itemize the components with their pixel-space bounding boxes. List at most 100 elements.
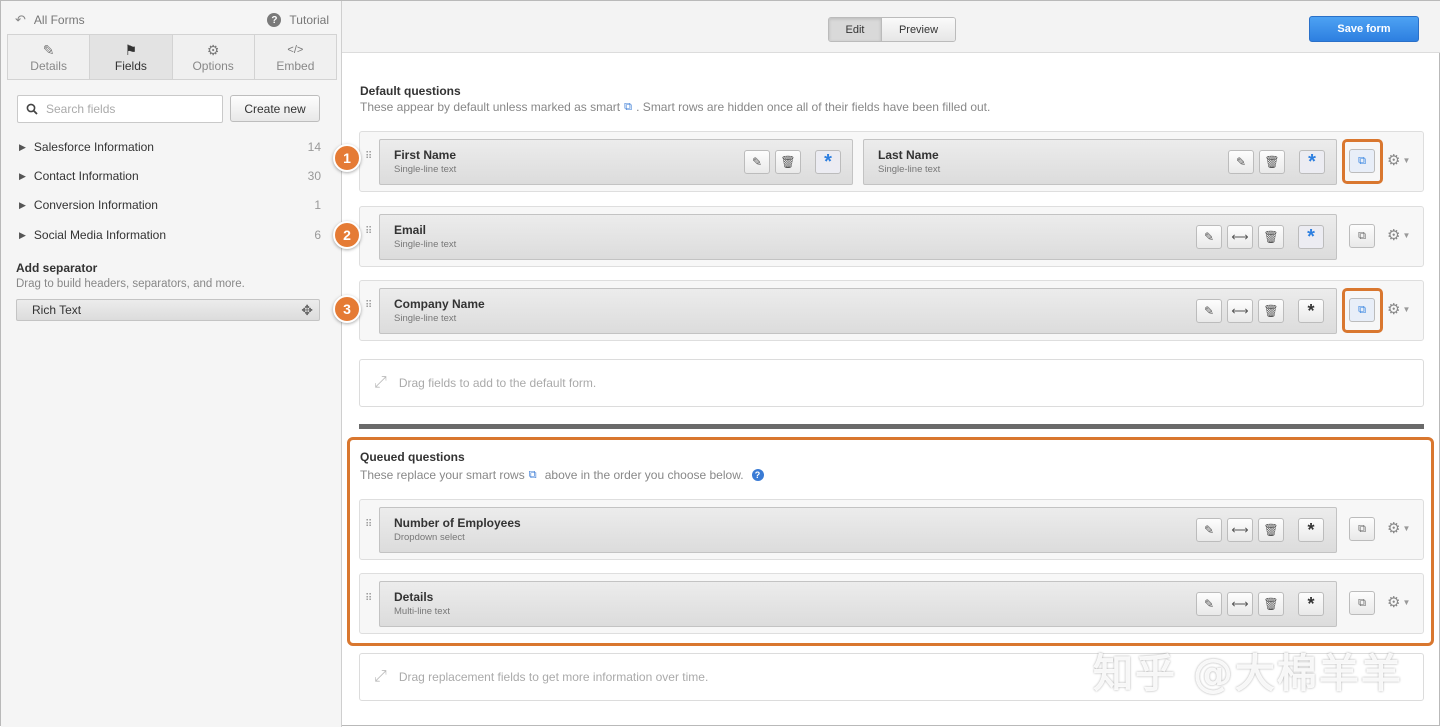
gear-icon: ⚙ <box>1387 594 1401 611</box>
caret-down-icon: ▼ <box>1402 304 1411 314</box>
field-company-name[interactable]: Company Name Single-line text ✎ ⟷ 🗑 * <box>379 288 1337 334</box>
queued-questions-description: These replace your smart rows ⧉ above in… <box>360 468 764 482</box>
edit-field-button[interactable]: ✎ <box>1196 225 1222 249</box>
edit-field-button[interactable]: ✎ <box>1196 299 1222 323</box>
top-toolbar: Edit Preview Save form <box>342 1 1440 53</box>
mode-switcher: Edit Preview <box>828 17 956 42</box>
default-questions-title: Default questions <box>360 84 461 98</box>
width-toggle-button[interactable]: ⟷ <box>1227 225 1253 249</box>
queued-row-2: ⠿ Details Multi-line text ✎ ⟷ 🗑 * ⧉ ⚙ ▼ <box>359 573 1424 634</box>
save-form-button[interactable]: Save form <box>1309 16 1419 42</box>
field-first-name[interactable]: First Name Single-line text ✎ 🗑 * <box>379 139 853 185</box>
horizontal-arrows-icon: ⟷ <box>1231 304 1249 318</box>
tab-options[interactable]: ⚙ Options <box>173 35 255 79</box>
row-settings-gear[interactable]: ⚙ ▼ <box>1387 151 1410 169</box>
category-label: Salesforce Information <box>33 140 154 154</box>
expand-arrow-icon: ▶ <box>19 141 26 152</box>
width-toggle-button[interactable]: ⟷ <box>1227 592 1253 616</box>
delete-field-button[interactable]: 🗑 <box>1258 518 1284 542</box>
trash-icon: 🗑 <box>1263 523 1279 537</box>
field-number-of-employees[interactable]: Number of Employees Dropdown select ✎ ⟷ … <box>379 507 1337 553</box>
add-separator-title: Add separator <box>16 261 98 275</box>
smart-row-toggle[interactable]: ⧉ <box>1349 224 1375 248</box>
help-icon[interactable]: ? <box>751 469 764 481</box>
field-type: Single-line text <box>394 164 457 175</box>
smart-row-toggle[interactable]: ⧉ <box>1349 591 1375 615</box>
help-icon: ? <box>267 13 282 27</box>
search-box <box>17 95 223 123</box>
required-toggle[interactable]: * <box>1299 150 1325 174</box>
category-conversion-information[interactable]: ▶ Conversion Information 1 <box>19 195 321 215</box>
drag-handle-icon[interactable]: ⠿ <box>365 594 373 610</box>
form-row-3: ⠿ Company Name Single-line text ✎ ⟷ 🗑 * … <box>359 280 1424 341</box>
tab-details[interactable]: ✎ Details <box>8 35 91 79</box>
default-questions-description: These appear by default unless marked as… <box>360 100 990 114</box>
sidebar-tabs: ✎ Details ⚑ Fields ⚙ Options </> Embed <box>7 34 337 80</box>
section-divider <box>359 424 1424 429</box>
tab-fields-label: Fields <box>114 59 147 73</box>
category-contact-information[interactable]: ▶ Contact Information 30 <box>19 166 321 186</box>
drag-handle-icon[interactable]: ⠿ <box>365 152 373 168</box>
required-toggle[interactable]: * <box>815 150 841 174</box>
drag-handle-icon[interactable]: ⠿ <box>365 227 373 243</box>
edit-mode-button[interactable]: Edit <box>829 18 881 41</box>
description-text: These replace your smart rows <box>360 468 525 482</box>
smart-toggle-highlight <box>1342 139 1383 184</box>
gear-icon: ⚙ <box>1387 227 1401 244</box>
field-type: Single-line text <box>394 239 457 250</box>
move-icon: ✥ <box>301 301 313 318</box>
add-separator-description: Drag to build headers, separators, and m… <box>16 278 245 290</box>
back-to-all-forms-link[interactable]: ↶ All Forms <box>15 12 85 28</box>
drag-handle-icon[interactable]: ⠿ <box>365 301 373 317</box>
field-last-name[interactable]: Last Name Single-line text ✎ 🗑 * <box>863 139 1337 185</box>
field-email[interactable]: Email Single-line text ✎ ⟷ 🗑 * <box>379 214 1337 260</box>
sidebar-header: ↶ All Forms ? Tutorial <box>7 6 337 34</box>
pencil-icon: ✎ <box>1203 230 1215 244</box>
pencil-icon: ✎ <box>751 155 763 169</box>
required-toggle[interactable]: * <box>1298 518 1324 542</box>
pencil-icon: ✎ <box>1203 523 1215 537</box>
rich-text-draggable[interactable]: Rich Text ✥ <box>16 299 320 321</box>
category-label: Conversion Information <box>33 198 158 212</box>
field-name: Number of Employees <box>394 516 521 530</box>
default-dropzone[interactable]: ⤢ Drag fields to add to the default form… <box>359 359 1424 407</box>
width-toggle-button[interactable]: ⟷ <box>1227 518 1253 542</box>
edit-field-button[interactable]: ✎ <box>1196 592 1222 616</box>
category-social-media-information[interactable]: ▶ Social Media Information 6 <box>19 225 321 245</box>
row-settings-gear[interactable]: ⚙ ▼ <box>1387 226 1410 244</box>
required-toggle[interactable]: * <box>1298 225 1324 249</box>
expand-arrow-icon: ▶ <box>19 170 26 181</box>
horizontal-arrows-icon: ⟷ <box>1231 597 1249 611</box>
flag-icon: ⚑ <box>124 42 138 58</box>
expand-arrow-icon: ▶ <box>19 199 26 210</box>
required-toggle[interactable]: * <box>1298 299 1324 323</box>
tab-embed[interactable]: </> Embed <box>255 35 336 79</box>
delete-field-button[interactable]: 🗑 <box>1258 299 1284 323</box>
required-toggle[interactable]: * <box>1298 592 1324 616</box>
create-new-button[interactable]: Create new <box>230 95 320 122</box>
edit-field-button[interactable]: ✎ <box>1228 150 1254 174</box>
tab-details-label: Details <box>30 59 67 73</box>
row-settings-gear[interactable]: ⚙ ▼ <box>1387 300 1410 318</box>
edit-field-button[interactable]: ✎ <box>744 150 770 174</box>
category-salesforce-information[interactable]: ▶ Salesforce Information 14 <box>19 137 321 157</box>
tab-fields[interactable]: ⚑ Fields <box>90 35 173 79</box>
width-toggle-button[interactable]: ⟷ <box>1227 299 1253 323</box>
tab-options-label: Options <box>192 59 234 73</box>
caret-down-icon: ▼ <box>1402 597 1411 607</box>
delete-field-button[interactable]: 🗑 <box>1259 150 1285 174</box>
delete-field-button[interactable]: 🗑 <box>1258 225 1284 249</box>
tutorial-link[interactable]: ? Tutorial <box>267 13 329 27</box>
edit-field-button[interactable]: ✎ <box>1196 518 1222 542</box>
preview-mode-button[interactable]: Preview <box>881 18 955 41</box>
queued-questions-title: Queued questions <box>360 450 465 464</box>
delete-field-button[interactable]: 🗑 <box>1258 592 1284 616</box>
row-settings-gear[interactable]: ⚙ ▼ <box>1387 519 1410 537</box>
search-fields-input[interactable] <box>46 102 206 116</box>
row-settings-gear[interactable]: ⚙ ▼ <box>1387 593 1410 611</box>
smart-row-toggle[interactable]: ⧉ <box>1349 517 1375 541</box>
queued-row-1: ⠿ Number of Employees Dropdown select ✎ … <box>359 499 1424 560</box>
field-details[interactable]: Details Multi-line text ✎ ⟷ 🗑 * <box>379 581 1337 627</box>
drag-handle-icon[interactable]: ⠿ <box>365 520 373 536</box>
delete-field-button[interactable]: 🗑 <box>775 150 801 174</box>
